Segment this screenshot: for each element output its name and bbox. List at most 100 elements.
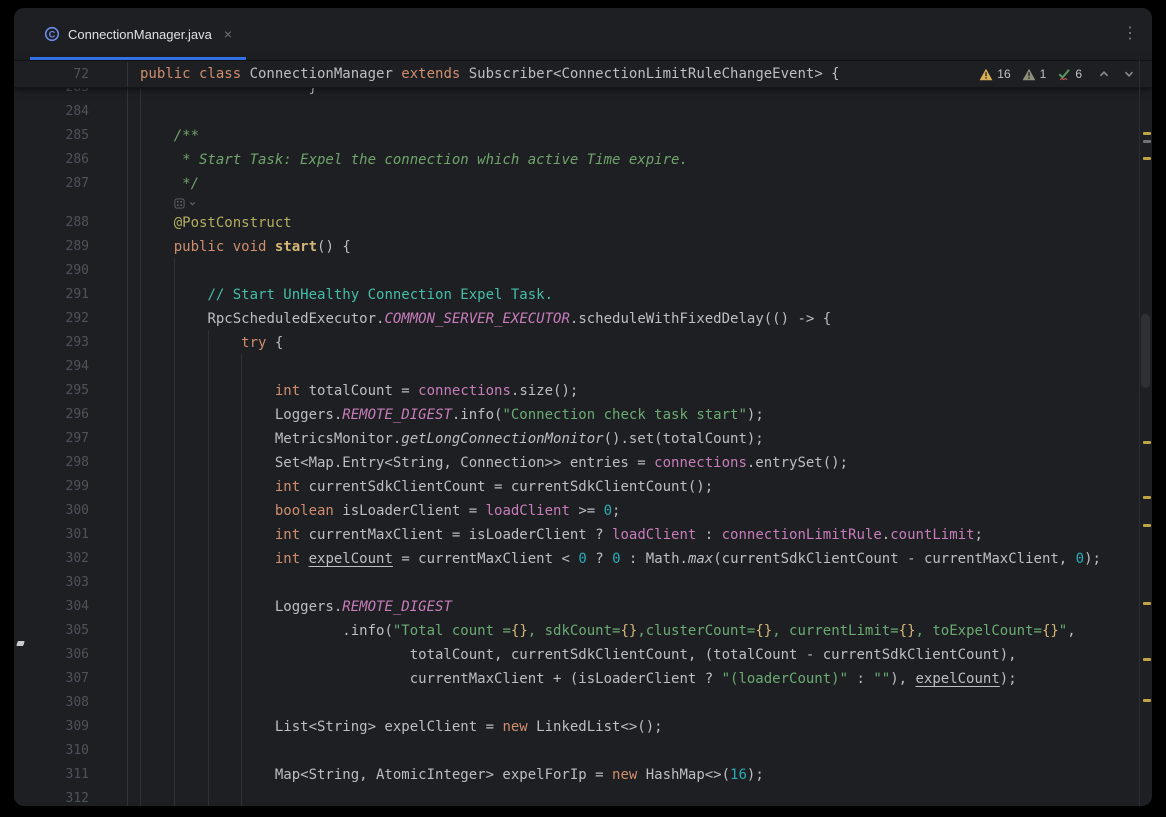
line-number-298[interactable]: 298 (14, 451, 128, 475)
stripe-mark[interactable] (1143, 658, 1151, 661)
line-number-283[interactable]: 283 (14, 86, 128, 100)
code-text-286[interactable]: * Start Task: Expel the connection which… (128, 148, 688, 172)
line-number-290[interactable]: 290 (14, 259, 128, 283)
sticky-line-number: 72 (14, 62, 128, 87)
line-number-312[interactable]: 312 (14, 787, 128, 806)
next-problem-button[interactable] (1122, 67, 1136, 81)
code-text-307[interactable]: currentMaxClient + (isLoaderClient ? "(l… (128, 667, 1017, 691)
code-text-301[interactable]: int currentMaxClient = isLoaderClient ? … (128, 523, 983, 547)
line-number-301[interactable]: 301 (14, 523, 128, 547)
line-number-300[interactable]: 300 (14, 499, 128, 523)
warnings-badge[interactable]: 16 (979, 67, 1010, 81)
line-number-310[interactable]: 310 (14, 739, 128, 763)
code-text-295[interactable]: int totalCount = connections.size(); (128, 379, 578, 403)
error-stripe[interactable] (1139, 60, 1152, 806)
code-text-293[interactable]: try { (128, 331, 283, 355)
code-text-310[interactable] (128, 739, 140, 763)
stripe-mark[interactable] (1143, 602, 1151, 605)
code-text-304[interactable]: Loggers.REMOTE_DIGEST (128, 595, 452, 619)
line-number-296[interactable]: 296 (14, 403, 128, 427)
code-text-309[interactable]: List<String> expelClient = new LinkedLis… (128, 715, 663, 739)
stripe-mark[interactable] (1143, 132, 1151, 135)
code-text-312[interactable] (128, 787, 140, 806)
code-text-306[interactable]: totalCount, currentSdkClientCount, (tota… (128, 643, 1017, 667)
line-number-294[interactable]: 294 (14, 355, 128, 379)
stripe-mark[interactable] (1143, 140, 1151, 143)
code-text-305[interactable]: .info("Total count ={}, sdkCount={},clus… (128, 619, 1076, 643)
line-number-285[interactable]: 285 (14, 124, 128, 148)
code-text-303[interactable] (128, 571, 140, 595)
code-line-298: 298 Set<Map.Entry<String, Connection>> e… (14, 451, 1152, 475)
code-line-303: 303 (14, 571, 1152, 595)
previous-problem-button[interactable] (1097, 67, 1111, 81)
code-text-296[interactable]: Loggers.REMOTE_DIGEST.info("Connection c… (128, 403, 764, 427)
line-number-299[interactable]: 299 (14, 475, 128, 499)
stripe-mark[interactable] (1143, 524, 1151, 527)
code-text-298[interactable]: Set<Map.Entry<String, Connection>> entri… (128, 451, 848, 475)
line-number-284[interactable]: 284 (14, 100, 128, 124)
line-number-291[interactable]: 291 (14, 283, 128, 307)
line-number-309[interactable]: 309 (14, 715, 128, 739)
code-text-291[interactable]: // Start UnHealthy Connection Expel Task… (128, 283, 553, 307)
code-line-302: 302 int expelCount = currentMaxClient < … (14, 547, 1152, 571)
tab-connectionmanager-java[interactable]: C ConnectionManager.java × (30, 8, 246, 60)
line-number-297[interactable]: 297 (14, 427, 128, 451)
scrollbar-thumb[interactable] (1141, 314, 1150, 388)
line-number-289[interactable]: 289 (14, 235, 128, 259)
line-number-292[interactable]: 292 (14, 307, 128, 331)
close-icon[interactable]: × (224, 27, 232, 41)
code-text-297[interactable]: MetricsMonitor.getLongConnectionMonitor(… (128, 427, 764, 451)
line-number-307[interactable]: 307 (14, 667, 128, 691)
line-number-305[interactable]: 305 (14, 619, 128, 643)
line-number-304[interactable]: 304 (14, 595, 128, 619)
line-number-287[interactable]: 287 (14, 172, 128, 196)
code-text-299[interactable]: int currentSdkClientCount = currentSdkCl… (128, 475, 713, 499)
stripe-mark[interactable] (1143, 699, 1151, 702)
code-line-290: 290 (14, 259, 1152, 283)
code-text-284[interactable] (128, 100, 140, 124)
line-number-302[interactable]: 302 (14, 547, 128, 571)
line-number-308[interactable]: 308 (14, 691, 128, 715)
stripe-mark[interactable] (1143, 496, 1151, 499)
ide-window: C ConnectionManager.java × ⋮ 72 public c… (14, 8, 1152, 806)
code-text-311[interactable]: Map<String, AtomicInteger> expelForIp = … (128, 763, 764, 787)
line-number-311[interactable]: 311 (14, 763, 128, 787)
code-line-305: 305 .info("Total count ={}, sdkCount={},… (14, 619, 1152, 643)
code-line-309: 309 List<String> expelClient = new Linke… (14, 715, 1152, 739)
code-line-291: 291 // Start UnHealthy Connection Expel … (14, 283, 1152, 307)
sticky-class-header[interactable]: 72 public class ConnectionManager extend… (14, 61, 1152, 88)
code-line-297: 297 MetricsMonitor.getLongConnectionMoni… (14, 427, 1152, 451)
code-text-288[interactable]: @PostConstruct (128, 211, 292, 235)
code-line-285: 285 /** (14, 124, 1152, 148)
code-text-300[interactable]: boolean isLoaderClient = loadClient >= 0… (128, 499, 620, 523)
stripe-mark[interactable] (1143, 157, 1151, 160)
weak-warnings-badge[interactable]: 1 (1022, 67, 1047, 81)
line-number-306[interactable]: 306 (14, 643, 128, 667)
kebab-menu-icon[interactable]: ⋮ (1122, 26, 1138, 42)
java-class-icon: C (44, 26, 60, 42)
line-number-293[interactable]: 293 (14, 331, 128, 355)
code-editor[interactable]: 283 }284285 /**286 * Start Task: Expel t… (14, 86, 1152, 806)
annotation-inlay-icon[interactable] (128, 196, 197, 211)
line-number-288[interactable]: 288 (14, 211, 128, 235)
code-text-285[interactable]: /** (128, 124, 199, 148)
stripe-mark[interactable] (1143, 441, 1151, 444)
inspections-passed-badge[interactable]: 6 (1057, 67, 1082, 81)
code-line-312: 312 (14, 787, 1152, 806)
code-line-288: 288 @PostConstruct (14, 211, 1152, 235)
line-number-295[interactable]: 295 (14, 379, 128, 403)
code-text-302[interactable]: int expelCount = currentMaxClient < 0 ? … (128, 547, 1101, 571)
code-text-283[interactable]: } (128, 86, 317, 100)
line-number-286[interactable]: 286 (14, 148, 128, 172)
line-number-303[interactable]: 303 (14, 571, 128, 595)
weak-warnings-count: 1 (1040, 67, 1047, 81)
code-line-308: 308 (14, 691, 1152, 715)
code-text-287[interactable]: */ (128, 172, 199, 196)
code-text-294[interactable] (128, 355, 140, 379)
code-text-290[interactable] (128, 259, 140, 283)
code-text-289[interactable]: public void start() { (128, 235, 351, 259)
code-line-292: 292 RpcScheduledExecutor.COMMON_SERVER_E… (14, 307, 1152, 331)
svg-text:C: C (49, 29, 56, 39)
code-text-308[interactable] (128, 691, 140, 715)
code-text-292[interactable]: RpcScheduledExecutor.COMMON_SERVER_EXECU… (128, 307, 831, 331)
